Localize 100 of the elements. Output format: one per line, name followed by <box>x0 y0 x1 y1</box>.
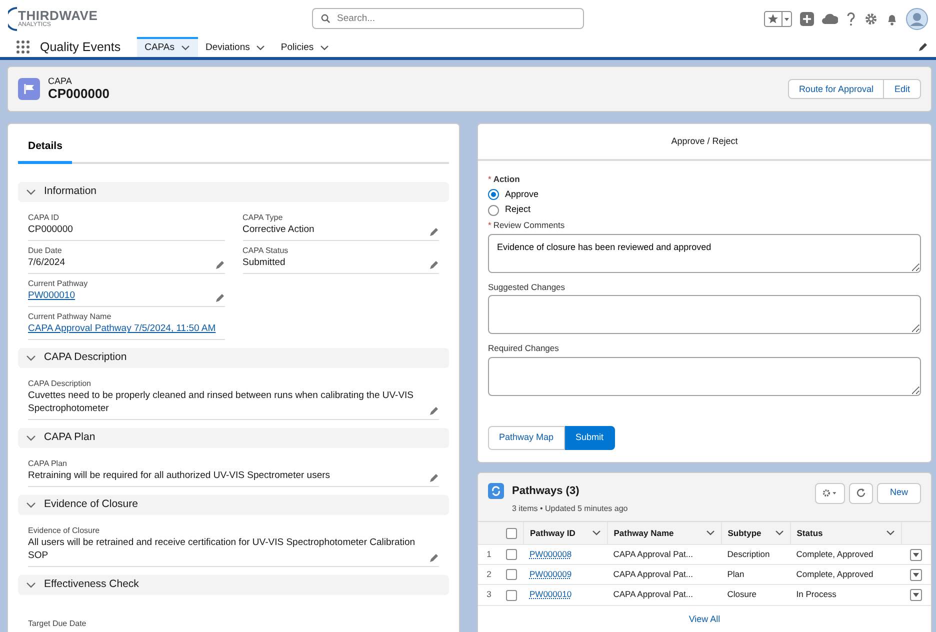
nav-tab[interactable]: Deviations <box>198 37 273 57</box>
settings-menu-button[interactable] <box>814 482 845 504</box>
edit-pencil-icon[interactable] <box>429 260 439 270</box>
table-cell: Complete, Approved <box>796 569 874 580</box>
record-type: CAPA <box>48 76 73 87</box>
row-checkbox[interactable] <box>506 569 517 580</box>
text-area[interactable] <box>488 357 921 396</box>
select-all-checkbox[interactable] <box>506 528 517 539</box>
header-button[interactable]: Route for Approval <box>788 78 884 100</box>
edit-pencil-icon[interactable] <box>429 552 439 563</box>
field-label: Review Comments <box>493 220 565 230</box>
caret-down-icon <box>913 593 919 598</box>
refresh-icon <box>856 488 866 498</box>
details-tab[interactable]: Details <box>18 132 72 164</box>
chevron-down-icon <box>26 354 36 361</box>
field-label: CAPA Type <box>242 213 284 224</box>
caret-down-icon <box>913 573 919 577</box>
search-icon <box>321 14 330 23</box>
cloud-icon[interactable] <box>822 12 838 26</box>
section-header[interactable]: Evidence of Closure <box>18 494 449 515</box>
chevron-down-icon <box>706 530 715 536</box>
row-action-button[interactable] <box>910 589 922 602</box>
row-checkbox[interactable] <box>506 590 517 601</box>
field-link[interactable]: PW000010 <box>28 289 214 303</box>
text-area[interactable]: Evidence of closure has been reviewed and approved <box>488 234 921 272</box>
column-header[interactable]: Status <box>796 526 823 540</box>
pathway-icon <box>488 482 504 498</box>
field-label: Evidence of Closure <box>28 526 101 536</box>
row-checkbox[interactable] <box>506 549 517 560</box>
nav-tab[interactable]: Policies <box>272 37 337 57</box>
search-field[interactable]: Search... <box>312 8 584 29</box>
row-action-button[interactable] <box>910 569 922 581</box>
field-label: CAPA Plan <box>28 459 68 470</box>
section-header[interactable]: Information <box>18 182 449 202</box>
table-cell: In Process <box>796 589 836 600</box>
text-area[interactable] <box>488 295 921 334</box>
settings-icon[interactable] <box>864 12 878 26</box>
help-icon[interactable] <box>846 12 856 26</box>
new-button[interactable]: New <box>876 482 921 504</box>
field-link[interactable]: CAPA Approval Pathway 7/5/2024, 11:50 AM <box>28 322 224 336</box>
field-label: CAPA Status <box>242 246 290 256</box>
row-action-button[interactable] <box>910 549 922 561</box>
refresh-button[interactable] <box>848 482 873 504</box>
pathway-link[interactable]: PW000010 <box>530 589 572 600</box>
table-cell: CAPA Approval Pat... <box>613 569 693 580</box>
caret-down-icon <box>913 553 919 557</box>
edit-pencil-icon[interactable] <box>214 292 224 303</box>
gear-caret-icon <box>822 488 838 498</box>
row-number: 2 <box>486 569 492 580</box>
field-label: Current Pathway Name <box>28 312 112 322</box>
edit-pencil-icon[interactable] <box>918 42 928 52</box>
avatar-icon[interactable] <box>906 8 928 30</box>
view-all-link[interactable]: View All <box>688 614 720 624</box>
edit-pencil-icon[interactable] <box>429 226 439 237</box>
table-cell: Complete, Approved <box>796 549 874 560</box>
chevron-down-icon <box>592 530 601 536</box>
field-value: CP000000 <box>28 223 74 237</box>
header-button[interactable]: Edit <box>884 78 921 100</box>
section-header[interactable]: Effectiveness Check <box>18 574 449 595</box>
field-label: Target Due Date <box>28 619 88 630</box>
section-header[interactable]: CAPA Plan <box>18 428 449 448</box>
table-cell: Plan <box>727 569 744 580</box>
flag-icon <box>18 78 40 100</box>
nav-tab[interactable]: CAPAs <box>136 37 198 57</box>
row-number: 1 <box>486 549 492 560</box>
radio-option[interactable]: Reject <box>488 203 531 217</box>
list-meta: 3 items • Updated 5 minutes ago <box>512 503 628 515</box>
add-icon[interactable] <box>800 12 814 26</box>
field-value: Retraining will be required for all authorized UV-VIS Spectrometer users <box>28 469 332 483</box>
chevron-down-icon <box>886 530 894 536</box>
form-button[interactable]: Pathway Map <box>488 426 565 450</box>
field-value: 7/6/2024 <box>28 256 66 270</box>
chevron-down-icon <box>320 45 329 51</box>
pathway-link[interactable]: PW000008 <box>530 549 572 560</box>
chevron-down-icon <box>26 502 36 508</box>
radio-option[interactable]: Approve <box>488 188 539 202</box>
required-marker: * <box>488 220 492 230</box>
section-header[interactable]: CAPA Description <box>18 348 449 368</box>
chevron-down-icon <box>256 45 265 51</box>
edit-pencil-icon[interactable] <box>214 260 224 270</box>
table-cell: CAPA Approval Pat... <box>613 589 693 600</box>
chevron-down-icon <box>26 434 36 441</box>
field-label: Current Pathway <box>28 279 89 290</box>
field-value: Corrective Action <box>242 223 316 237</box>
chevron-down-icon <box>26 582 36 588</box>
pathway-link[interactable]: PW000009 <box>530 569 572 580</box>
field-label: CAPA Description <box>28 378 92 390</box>
panel-title: Approve / Reject <box>478 124 931 161</box>
chevron-down-icon <box>180 45 190 51</box>
edit-pencil-icon[interactable] <box>429 472 439 483</box>
table-cell: Closure <box>727 589 757 600</box>
app-launcher-icon[interactable] <box>16 40 30 54</box>
field-value: Cuvettes need to be properly cleaned and rinsed between runs when calibrating the UV-VIS Spectrophotometer <box>28 389 415 416</box>
logo-text: THIRDWAVE <box>18 9 98 22</box>
edit-pencil-icon[interactable] <box>429 406 439 416</box>
field-label: Action <box>493 174 520 184</box>
table-cell: CAPA Approval Pat... <box>613 549 693 560</box>
list-title: Pathways (3) <box>512 484 580 498</box>
chevron-down-icon <box>774 530 784 536</box>
form-button[interactable]: Submit <box>564 426 615 450</box>
